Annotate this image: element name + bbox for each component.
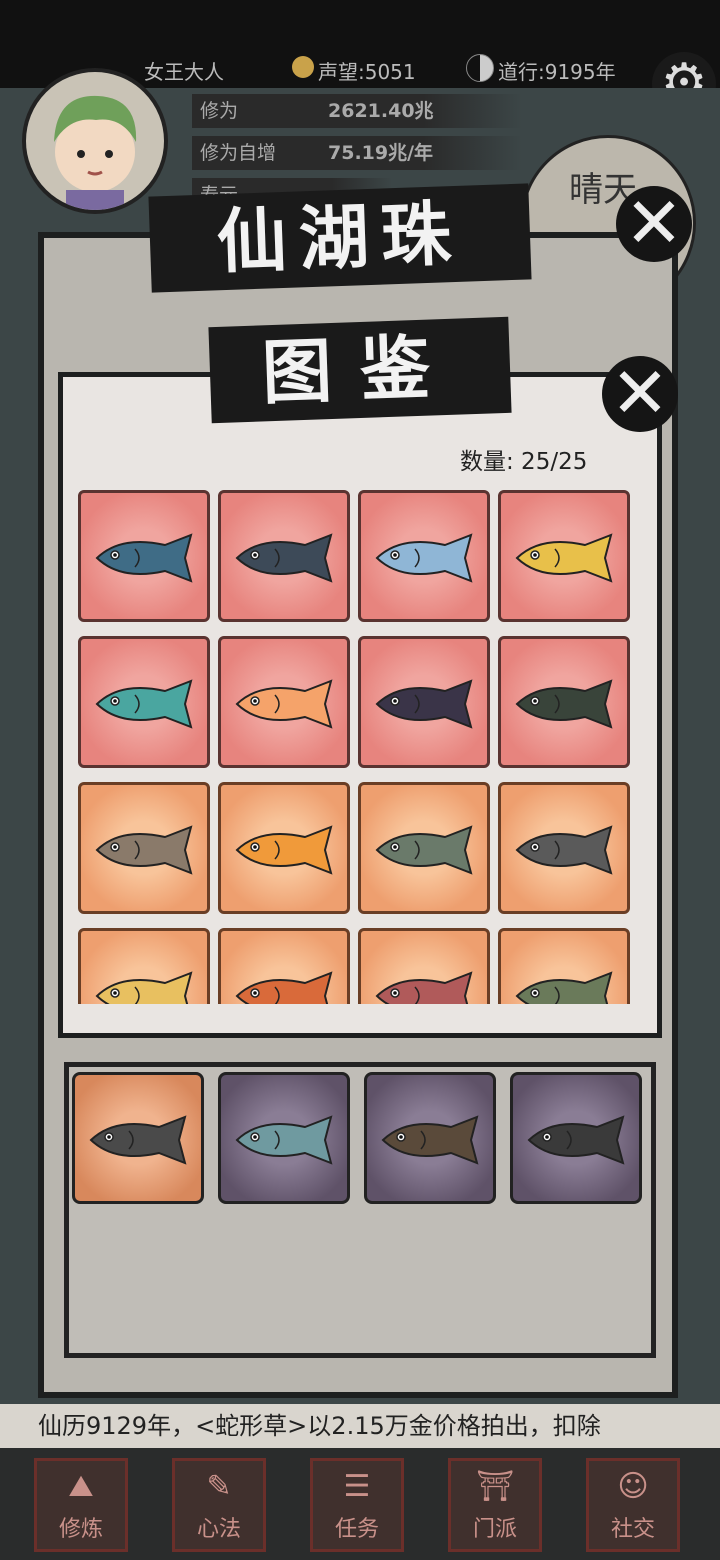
close-icon[interactable]: ✕: [616, 186, 692, 262]
nav-5[interactable]: ☺ 社交: [586, 1458, 680, 1552]
fish-card[interactable]: [498, 782, 630, 914]
fish-card[interactable]: [218, 490, 350, 622]
fish-card[interactable]: [358, 636, 490, 768]
avatar[interactable]: [22, 68, 168, 214]
people-icon: ☺: [617, 1469, 649, 1504]
nav-3[interactable]: ☰ 任务: [310, 1458, 404, 1552]
yin-yang-icon: [466, 54, 494, 82]
gate-icon: ⛩: [475, 1469, 515, 1504]
nav-1[interactable]: ⛰ 修炼: [34, 1458, 128, 1552]
scroll-icon: ✎: [206, 1469, 232, 1504]
growth-label: 修为自增: [200, 142, 277, 164]
nav-2[interactable]: ✎ 心法: [172, 1458, 266, 1552]
fish-card[interactable]: [78, 490, 210, 622]
inventory-fish-slot[interactable]: [218, 1072, 350, 1204]
fish-card[interactable]: [498, 928, 630, 1004]
growth-value: 75.19兆/年: [328, 142, 434, 164]
fish-card[interactable]: [358, 490, 490, 622]
mountain-icon: ⛰: [68, 1469, 94, 1504]
reputation-text: 声望:5051: [318, 60, 416, 84]
inventory-fish-slot[interactable]: [72, 1072, 204, 1204]
fish-card[interactable]: [218, 928, 350, 1004]
task-icon: ☰: [343, 1469, 371, 1504]
bottom-nav: ⛰ 修炼 ✎ 心法 ☰ 任务 ⛩ 门派 ☺ 社交: [0, 1448, 720, 1560]
cultivation-label: 修为: [200, 100, 239, 122]
fish-card[interactable]: [498, 636, 630, 768]
fish-card[interactable]: [358, 928, 490, 1004]
nav-label: 社交: [610, 1517, 655, 1542]
nav-label: 心法: [196, 1517, 241, 1542]
inventory-fish-slot[interactable]: [364, 1072, 496, 1204]
cultivation-row: 修为 2621.40兆: [192, 94, 522, 128]
fish-card[interactable]: [218, 782, 350, 914]
close-icon[interactable]: ✕: [602, 356, 678, 432]
fish-card[interactable]: [498, 490, 630, 622]
fish-count: 数量: 25/25: [460, 449, 588, 475]
fish-card[interactable]: [78, 636, 210, 768]
cultivation-value: 2621.40兆: [328, 100, 434, 122]
player-name: 女王大人: [144, 60, 224, 84]
fish-card[interactable]: [358, 782, 490, 914]
encyclopedia-title: 图鉴: [208, 316, 512, 424]
nav-label: 门派: [472, 1517, 517, 1542]
inventory-fish-slot[interactable]: [510, 1072, 642, 1204]
nav-label: 任务: [334, 1517, 379, 1542]
fish-grid[interactable]: [78, 490, 638, 1004]
fish-card[interactable]: [78, 928, 210, 1004]
news-ticker: 仙历9129年，<蛇形草>以2.15万金价格拍出，扣除: [0, 1404, 720, 1448]
growth-row: 修为自增 75.19兆/年: [192, 136, 522, 170]
nav-4[interactable]: ⛩ 门派: [448, 1458, 542, 1552]
coin-icon: [292, 56, 314, 78]
fish-card[interactable]: [78, 782, 210, 914]
lake-pearl-title: 仙湖珠: [148, 183, 532, 293]
nav-label: 修炼: [58, 1517, 103, 1542]
fish-card[interactable]: [218, 636, 350, 768]
dao-text: 道行:9195年: [498, 60, 616, 84]
